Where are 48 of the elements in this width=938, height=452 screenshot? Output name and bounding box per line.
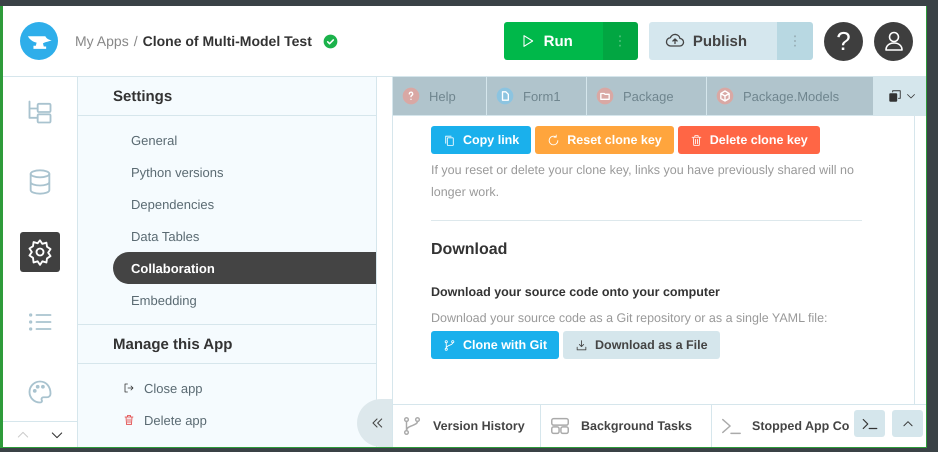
publish-button[interactable]: Publish <box>648 22 777 60</box>
settings-item[interactable]: Python versions <box>113 156 376 188</box>
delete-key-button[interactable]: Delete clone key <box>678 126 820 154</box>
section-heading: Settings <box>78 77 376 116</box>
tasks-icon <box>549 415 571 437</box>
folder-icon <box>595 86 615 106</box>
copy-icon <box>888 89 902 103</box>
folder-tree-icon <box>26 98 54 126</box>
kebab-icon <box>793 33 797 49</box>
section-heading: Manage this App <box>78 325 376 364</box>
help-button[interactable]: ? <box>824 22 863 60</box>
help-text: Download your source code as a Git repository or as a single YAML file: <box>431 311 828 325</box>
more-options-button[interactable] <box>602 22 638 60</box>
trash-icon <box>690 134 703 146</box>
breadcrumb-separator: / <box>134 33 138 49</box>
more-options-button[interactable] <box>777 22 813 60</box>
app-action-link[interactable]: Close app <box>123 372 203 404</box>
exit-icon <box>123 382 135 394</box>
question-icon <box>401 86 421 106</box>
download-icon <box>575 338 588 352</box>
account-button[interactable] <box>874 22 913 60</box>
breadcrumb-link[interactable]: My Apps <box>75 33 129 49</box>
copy-icon <box>443 134 456 146</box>
kebab-icon <box>618 33 622 49</box>
settings-item[interactable]: General <box>113 124 376 156</box>
app-name: Clone of Multi-Model Test <box>142 33 312 49</box>
cube-icon <box>715 86 735 106</box>
section-heading: Download <box>431 241 508 259</box>
settings-item[interactable]: Embedding <box>113 284 376 316</box>
palette-icon <box>26 378 54 406</box>
anvil-logo <box>20 22 58 60</box>
help-text: If you reset or delete your clone key, links you have previously shared will no longer work. <box>431 162 855 201</box>
settings-item[interactable]: Collaboration <box>113 252 376 284</box>
settings-item[interactable]: Dependencies <box>113 188 376 220</box>
branch-icon <box>401 415 423 437</box>
form-icon <box>495 86 515 106</box>
collapse-panel-button[interactable] <box>357 399 393 447</box>
terminal-button[interactable] <box>854 410 885 437</box>
branch-icon <box>443 338 456 352</box>
app-action-link[interactable]: Delete app <box>123 404 207 436</box>
refresh-icon <box>547 134 560 146</box>
settings-icon <box>26 238 54 266</box>
expand-panel-button[interactable] <box>892 410 923 437</box>
trash-icon <box>123 414 135 426</box>
section-subheading: Download your source code onto your computer <box>431 285 721 299</box>
settings-item[interactable]: Data Tables <box>113 220 376 252</box>
download-file-button[interactable]: Download as a File <box>563 331 720 359</box>
settings-tab[interactable] <box>20 232 60 272</box>
